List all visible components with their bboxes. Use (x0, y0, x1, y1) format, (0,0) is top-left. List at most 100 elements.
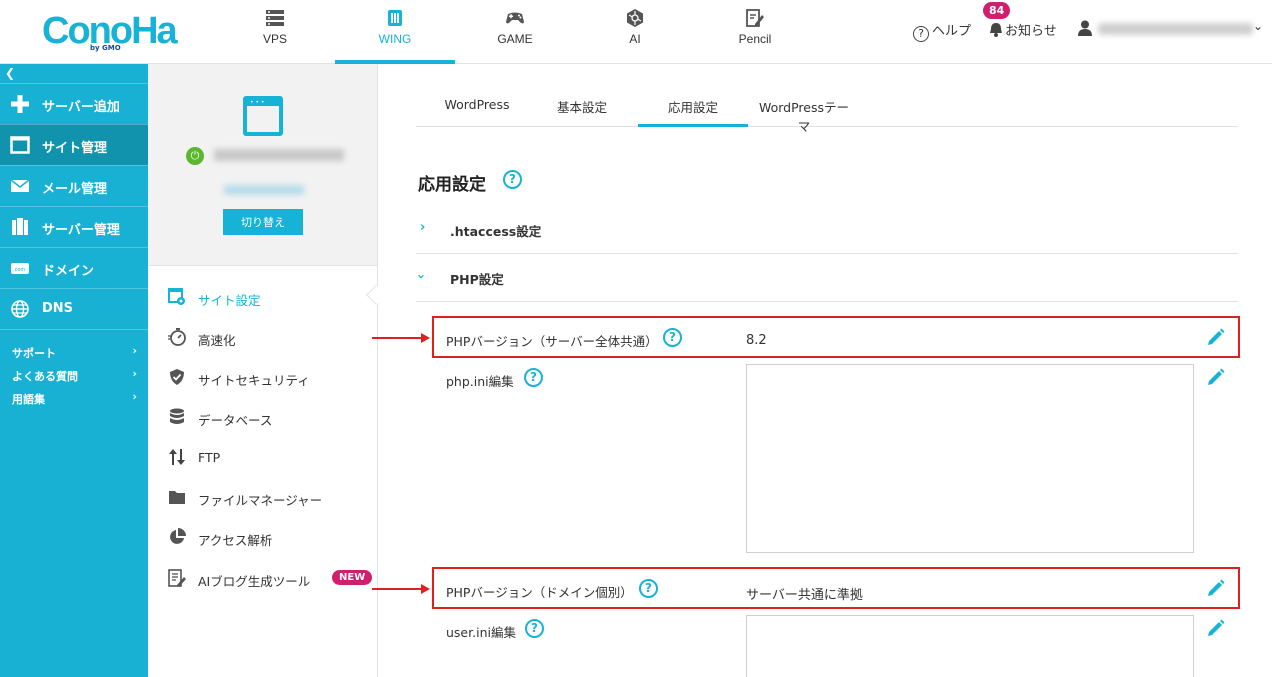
site-card: • • • ⏻ 切り替え (148, 64, 377, 266)
notification-count-badge: 84 (983, 2, 1011, 19)
database-icon (170, 408, 184, 424)
menu-item-access-analytics[interactable]: アクセス解析 (168, 528, 373, 548)
question-icon: ? (913, 26, 929, 42)
nav-tab-label: AI (629, 32, 641, 46)
sidebar-divider (0, 329, 148, 330)
tab-wordpress-theme[interactable]: WordPressテーマ (754, 97, 854, 134)
section-title: 応用設定 (418, 175, 486, 195)
pencil-edit-icon[interactable] (1207, 328, 1225, 346)
sidebar-item-server-management[interactable]: サーバー管理 (0, 206, 148, 247)
menu-item-file-manager[interactable]: ファイルマネージャー (168, 488, 373, 508)
menu-item-ftp[interactable]: FTP (168, 448, 373, 468)
sidebar-item-mail-management[interactable]: メール管理 (0, 165, 148, 206)
help-label: ヘルプ (932, 24, 972, 39)
menu-item-site-security[interactable]: サイトセキュリティ (168, 368, 373, 388)
sidebar-item-dns[interactable]: DNS (0, 288, 148, 329)
site-url-blurred (224, 185, 304, 195)
menu-item-site-settings[interactable]: サイト設定 (168, 288, 373, 308)
pencil-edit-icon[interactable] (1207, 368, 1225, 386)
gamepad-icon (506, 12, 524, 24)
sidebar-item-label: サーバー管理 (42, 223, 120, 238)
annotation-arrow (372, 588, 422, 590)
pencil-edit-icon[interactable] (1207, 579, 1225, 597)
menu-item-label: データベース (198, 413, 273, 428)
folder-icon (169, 491, 185, 504)
accordion-label: .htaccess設定 (450, 224, 542, 239)
chevron-right-icon: › (420, 220, 426, 235)
php-version-domain-label: PHPバージョン（ドメイン個別） (446, 585, 633, 600)
window-icon (10, 136, 30, 154)
tab-wordpress[interactable]: WordPress (442, 97, 512, 127)
menu-item-speed[interactable]: 高速化 (168, 328, 373, 348)
sidebar-link-label: 用語集 (12, 393, 45, 406)
tab-advanced-settings[interactable]: 応用設定 (638, 97, 748, 127)
sidebar: ❮ サーバー追加 サイト管理 メール管理 サーバー管理 .com ドメイン DN… (0, 64, 148, 677)
sidebar-link-faq[interactable]: よくある質問 › (12, 367, 137, 384)
accordion-php-settings[interactable]: › PHP設定 (413, 254, 1238, 302)
nav-tab-game[interactable]: GAME (455, 0, 575, 64)
menu-item-label: アクセス解析 (198, 533, 273, 548)
mail-icon (10, 179, 30, 192)
help-icon[interactable]: ? (663, 328, 682, 347)
sidebar-link-label: よくある質問 (12, 370, 78, 383)
php-version-server-label: PHPバージョン（サーバー全体共通） (446, 334, 658, 349)
nav-tab-ai[interactable]: AI (575, 0, 695, 64)
logo-byline: by GMO (90, 44, 121, 52)
user-menu[interactable]: ⌄ (1078, 19, 1263, 40)
switch-site-button[interactable]: 切り替え (223, 209, 303, 235)
sidebar-item-add-server[interactable]: サーバー追加 (0, 83, 148, 124)
pencil-doc-icon (746, 9, 764, 27)
notifications-link[interactable]: お知らせ (989, 20, 1057, 39)
pie-chart-icon (170, 528, 186, 544)
accordion-htaccess[interactable]: › .htaccess設定 (416, 206, 1238, 254)
menu-item-label: サイト設定 (198, 293, 261, 308)
menu-item-database[interactable]: データベース (168, 408, 373, 428)
nav-tab-label: Pencil (738, 32, 772, 46)
wing-icon (388, 10, 402, 26)
php-version-server-value: 8.2 (746, 333, 767, 348)
pencil-edit-icon[interactable] (1207, 619, 1225, 637)
php-ini-textarea[interactable] (746, 364, 1194, 553)
chevron-right-icon: › (132, 367, 137, 380)
chevron-down-icon: › (413, 273, 429, 280)
nav-tab-label: VPS (262, 32, 287, 46)
help-icon[interactable]: ? (524, 368, 543, 387)
help-icon[interactable]: ? (503, 170, 522, 189)
chevron-right-icon: › (132, 344, 137, 357)
collapse-sidebar-icon[interactable]: ❮ (5, 66, 15, 80)
menu-item-label: ファイルマネージャー (198, 493, 323, 508)
svg-text:.com: .com (13, 267, 25, 273)
speed-icon (168, 328, 186, 346)
help-icon[interactable]: ? (639, 579, 658, 598)
sidebar-item-site-management[interactable]: サイト管理 (0, 124, 148, 165)
conoha-logo[interactable]: ConoHa by GMO (42, 10, 178, 54)
sidebar-link-glossary[interactable]: 用語集 › (12, 390, 137, 407)
nav-tab-pencil[interactable]: Pencil (695, 0, 815, 64)
plus-icon (11, 95, 29, 113)
chevron-down-icon: ⌄ (1253, 19, 1264, 33)
user-ini-textarea[interactable] (746, 615, 1194, 677)
ai-blog-icon (168, 569, 186, 587)
sidebar-link-support[interactable]: サポート › (12, 344, 137, 361)
sidebar-item-domain[interactable]: .com ドメイン (0, 247, 148, 288)
user-icon (1078, 20, 1092, 36)
menu-item-label: AIブログ生成ツール (198, 574, 311, 589)
annotation-arrow-head (421, 584, 430, 594)
help-icon[interactable]: ? (525, 619, 544, 638)
shield-icon (170, 369, 184, 385)
nav-tab-wing[interactable]: WING (335, 0, 455, 64)
site-name-blurred (214, 149, 344, 161)
nav-tab-vps[interactable]: VPS (215, 0, 335, 64)
bell-icon (990, 23, 1002, 37)
menu-item-ai-blog-tool[interactable]: AIブログ生成ツール NEW (168, 569, 373, 589)
ai-icon (627, 9, 643, 27)
menu-item-label: 高速化 (198, 333, 236, 348)
menu-item-label: FTP (198, 450, 221, 465)
server-icon (266, 10, 284, 26)
tab-basic-settings[interactable]: 基本設定 (554, 97, 610, 127)
help-link[interactable]: ? ヘルプ (913, 20, 971, 42)
php-ini-label: php.ini編集 (446, 374, 514, 389)
top-navigation-bar: ConoHa by GMO VPS WING GAME AI Pencil ? ヘ… (0, 0, 1272, 64)
server-manage-icon (12, 218, 28, 235)
nav-tab-label: GAME (497, 32, 533, 46)
